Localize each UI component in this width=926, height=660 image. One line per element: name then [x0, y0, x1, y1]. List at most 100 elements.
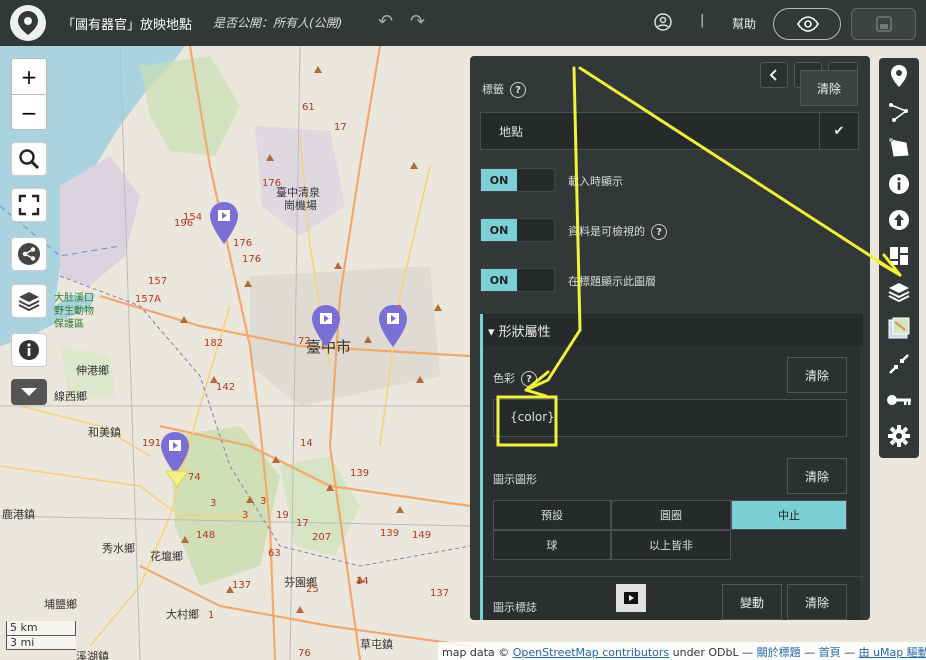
- preview-button[interactable]: [773, 8, 841, 40]
- toggle-display-on-load[interactable]: ON: [480, 168, 555, 192]
- label-key-input[interactable]: 地點: [480, 112, 820, 150]
- shape-option-drop[interactable]: 中止: [731, 500, 847, 530]
- draw-polygon-button[interactable]: [879, 130, 919, 166]
- road-number-label: 139: [380, 528, 400, 539]
- settings-icon: [888, 425, 910, 447]
- section-title[interactable]: ▾ 形狀屬性: [483, 314, 863, 346]
- zoom-control: + −: [11, 58, 47, 130]
- layers-button[interactable]: [11, 284, 47, 318]
- shape-properties-section: ▾ 形狀屬性 色彩? 清除 {color} 圖示圖形 清除 預設 圓圈 中止 球…: [480, 314, 863, 620]
- map-label-huatan: 花壇鄉: [150, 550, 183, 563]
- attribution-license: under ODbL —: [669, 646, 757, 659]
- road-number-label: 157A: [135, 294, 161, 305]
- undo-icon[interactable]: ↶: [378, 12, 393, 32]
- toggle-state: ON: [481, 269, 517, 291]
- home-link[interactable]: 首頁: [819, 646, 841, 659]
- map-label-xianxi: 線西鄉: [54, 390, 87, 403]
- search-icon: [19, 149, 40, 170]
- search-button[interactable]: [11, 142, 47, 176]
- panel-back-button[interactable]: [760, 62, 788, 88]
- road-number-label: 3: [260, 496, 267, 507]
- marker-icon: [891, 65, 907, 87]
- import-button[interactable]: [879, 202, 919, 238]
- zoom-in-icon[interactable]: +: [12, 59, 46, 95]
- info-icon: [889, 174, 909, 194]
- icon-clear-button[interactable]: 清除: [787, 584, 847, 620]
- map-marker-video[interactable]: [378, 304, 408, 348]
- toggle-browsable[interactable]: ON: [480, 218, 555, 242]
- confirm-check-button[interactable]: ✔: [819, 112, 859, 150]
- tilelayer-button[interactable]: [879, 310, 919, 346]
- save-button[interactable]: [851, 8, 916, 40]
- color-label: 色彩?: [493, 370, 537, 387]
- help-icon[interactable]: ?: [651, 224, 667, 240]
- share-button[interactable]: [11, 237, 47, 271]
- map-label-xiushui: 秀水鄉: [102, 542, 135, 555]
- road-number-label: 25: [306, 584, 319, 595]
- zoom-out-icon[interactable]: −: [12, 95, 46, 131]
- shape-option-default[interactable]: 預設: [493, 500, 611, 530]
- attribution-prefix: map data ©: [442, 646, 513, 659]
- map-marker-yellow[interactable]: [165, 469, 189, 489]
- icon-change-button[interactable]: 變動: [722, 584, 782, 620]
- toggle-label: 資料是可檢視的?: [568, 223, 667, 240]
- draw-marker-button[interactable]: [879, 58, 919, 94]
- road-number-label: 17: [296, 518, 309, 529]
- osm-link[interactable]: OpenStreetMap contributors: [513, 646, 669, 659]
- shape-option-circle[interactable]: 圓圈: [611, 500, 731, 530]
- user-icon[interactable]: [654, 13, 672, 36]
- road-number-label: 1: [208, 610, 215, 621]
- road-number-label: 14: [356, 576, 369, 587]
- map-label-puyan: 埔鹽鄉: [44, 598, 77, 611]
- clear-button-top[interactable]: 清除: [800, 70, 858, 106]
- scale-bar: 5 km 3 mi: [6, 621, 76, 650]
- settings-button[interactable]: [879, 418, 919, 454]
- more-controls-button[interactable]: [11, 379, 47, 405]
- shape-option-none[interactable]: 以上皆非: [611, 530, 731, 560]
- fullscreen-icon: [18, 194, 40, 216]
- map-label-lugang: 鹿港鎮: [2, 508, 35, 521]
- map-marker-video[interactable]: [209, 201, 239, 245]
- share-status[interactable]: 是否公開：所有人(公開): [213, 14, 342, 31]
- center-zoom-button[interactable]: [879, 346, 919, 382]
- about-link[interactable]: 關於標題: [757, 646, 801, 659]
- map-info-button[interactable]: [879, 166, 919, 202]
- help-icon[interactable]: ?: [510, 82, 526, 98]
- layer-properties-panel: 清除 標籤? 地點 ✔ ON 載入時顯示 ON 資料是可檢視的? ON 在標題顯…: [470, 56, 870, 620]
- map-label-dacun: 大村鄉: [166, 608, 199, 621]
- shape-option-ball[interactable]: 球: [493, 530, 611, 560]
- draw-polyline-button[interactable]: [879, 94, 919, 130]
- road-number-label: 191: [142, 438, 162, 449]
- map-label-hemei: 和美鎮: [88, 426, 121, 439]
- permissions-button[interactable]: [879, 382, 919, 418]
- toggle-label: 載入時顯示: [568, 175, 623, 188]
- redo-icon[interactable]: ↷: [410, 12, 425, 32]
- color-clear-button[interactable]: 清除: [787, 357, 847, 393]
- map-title[interactable]: 「國有器官」放映地點: [62, 14, 192, 33]
- layout-button[interactable]: [879, 238, 919, 274]
- shape-clear-button[interactable]: 清除: [787, 458, 847, 494]
- help-link[interactable]: 幫助: [732, 15, 756, 32]
- fullscreen-button[interactable]: [11, 188, 47, 222]
- map-attribution: map data © OpenStreetMap contributors un…: [438, 642, 926, 660]
- info-button[interactable]: [11, 333, 47, 367]
- label-key-value: 地點: [499, 125, 524, 139]
- color-input[interactable]: {color}: [493, 399, 847, 437]
- help-icon[interactable]: ?: [521, 371, 537, 387]
- road-number-label: 137: [232, 580, 252, 591]
- floppy-icon: [876, 16, 892, 32]
- toggle-show-in-caption[interactable]: ON: [480, 268, 555, 292]
- road-number-label: 19: [276, 510, 289, 521]
- key-icon: [887, 395, 911, 405]
- color-value: {color}: [510, 410, 555, 424]
- icon-symbol-label: 圖示標誌: [493, 601, 537, 614]
- icon-preview[interactable]: [616, 584, 646, 612]
- road-number-label: 154: [183, 212, 203, 223]
- map-label-shengang: 伸港鄉: [76, 364, 109, 377]
- icon-shape-label: 圖示圖形: [493, 473, 537, 486]
- polygon-icon: [889, 138, 909, 157]
- umap-link[interactable]: 由 uMap 驅動: [859, 646, 926, 659]
- umap-logo-icon[interactable]: [10, 5, 46, 41]
- map-marker-video[interactable]: [311, 304, 341, 348]
- manage-layers-button[interactable]: [879, 274, 919, 310]
